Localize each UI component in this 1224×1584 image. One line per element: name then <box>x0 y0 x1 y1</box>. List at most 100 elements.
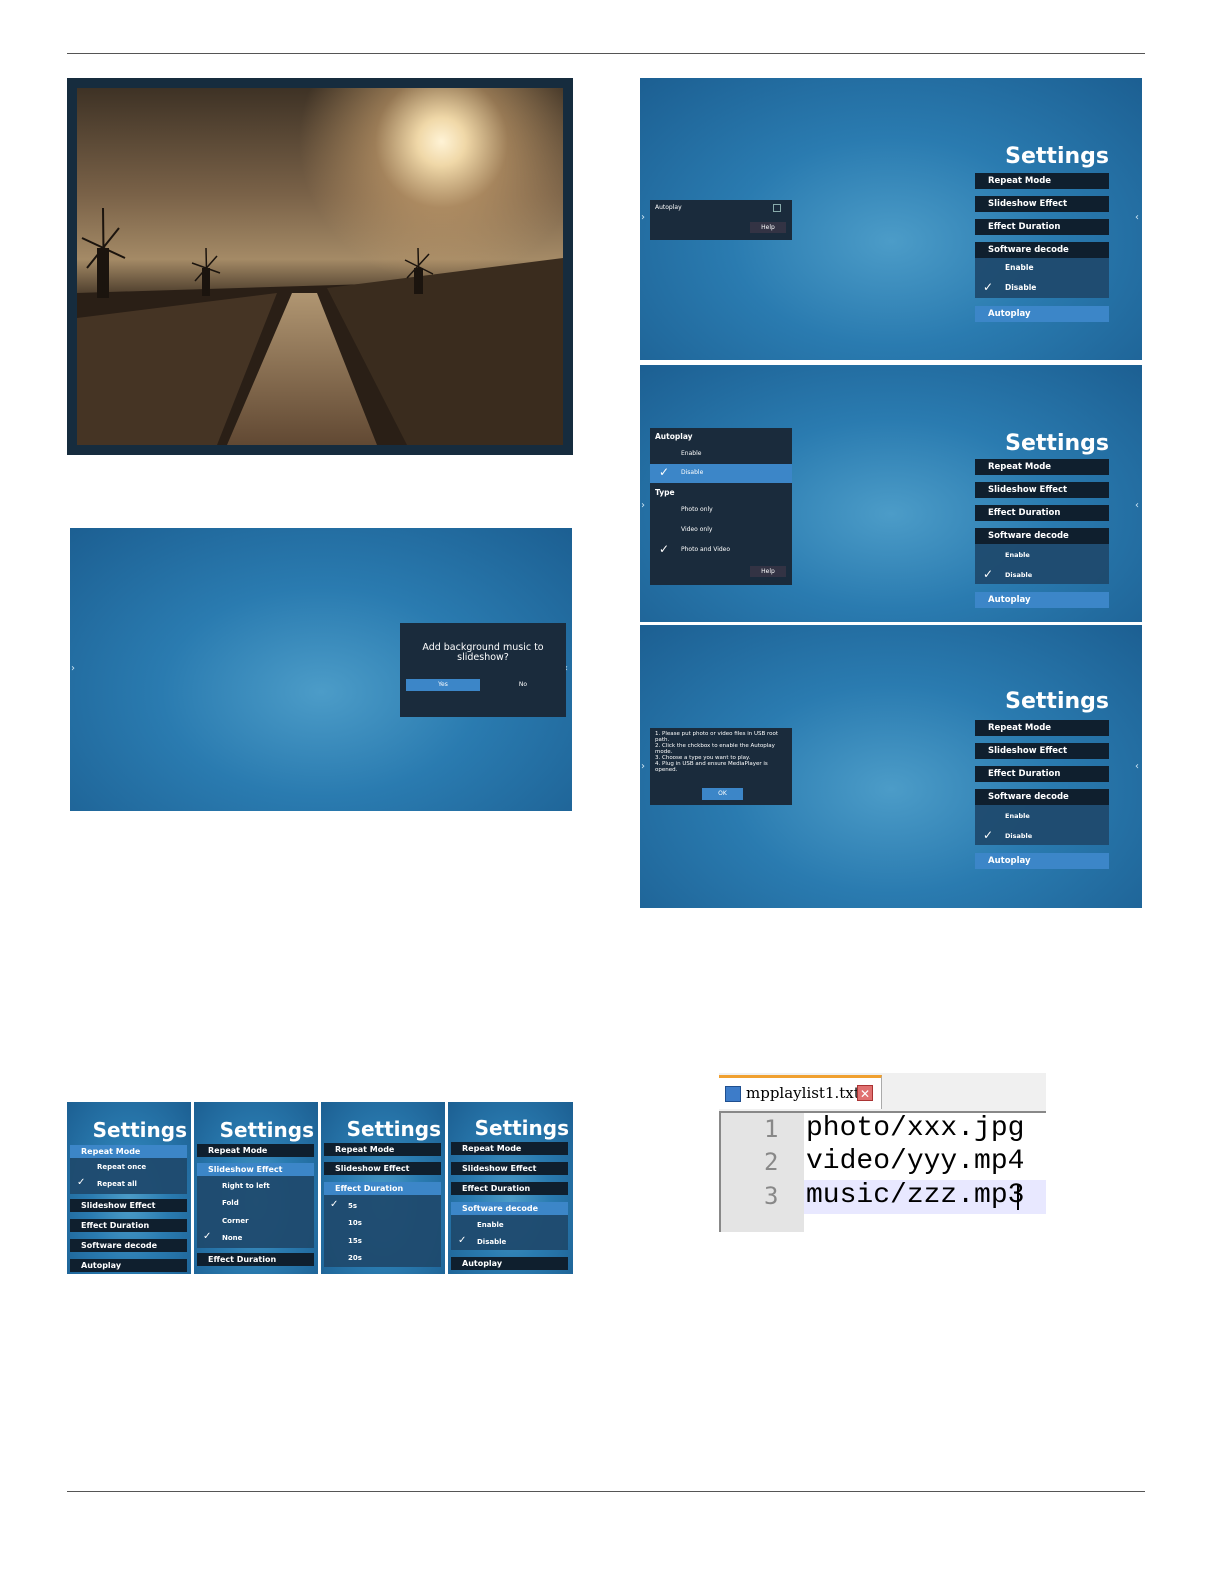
menu-effect-duration[interactable]: Effect Duration <box>975 766 1109 782</box>
menu-repeat-mode[interactable]: Repeat Mode <box>975 720 1109 736</box>
menu-effect-duration[interactable]: Effect Duration <box>451 1182 568 1195</box>
editor-line[interactable]: 3 music/zzz.mp3 <box>719 1180 1046 1214</box>
menu-autoplay[interactable]: Autoplay <box>975 306 1109 322</box>
menu-effect-duration[interactable]: Effect Duration <box>324 1182 441 1195</box>
autoplay-checkbox[interactable] <box>773 204 781 212</box>
close-icon[interactable]: ✕ <box>857 1085 873 1101</box>
music-dialog: Add background music to slideshow? Yes N… <box>400 623 566 717</box>
menu-slideshow-effect[interactable]: Slideshow Effect <box>975 482 1109 498</box>
option-disable: Disable <box>681 469 704 476</box>
chevron-right-icon[interactable]: › <box>641 500 645 511</box>
menu-effect-duration[interactable]: Effect Duration <box>197 1253 314 1266</box>
settings-screen-autoplay-help: › ‹ 1. Please put photo or video files i… <box>640 625 1142 908</box>
menu-software-decode[interactable]: Software decode <box>975 528 1109 544</box>
line-number: 2 <box>764 1148 779 1176</box>
option-right-to-left[interactable]: Right to left <box>222 1182 270 1190</box>
ok-button[interactable]: OK <box>702 788 743 800</box>
help-dialog: 1. Please put photo or video files in US… <box>650 728 792 805</box>
chevron-right-icon[interactable]: › <box>641 212 645 223</box>
menu-effect-duration[interactable]: Effect Duration <box>975 219 1109 235</box>
menu-software-decode[interactable]: Software decode <box>70 1239 187 1252</box>
settings-title: Settings <box>92 1118 187 1142</box>
settings-title: Settings <box>219 1118 314 1142</box>
help-line-1: 1. Please put photo or video files in US… <box>655 731 779 743</box>
menu-autoplay[interactable]: Autoplay <box>451 1257 568 1270</box>
effect-duration-submenu <box>324 1195 441 1267</box>
option-repeat-all[interactable]: Repeat all <box>97 1180 137 1188</box>
option-20s[interactable]: 20s <box>348 1254 362 1262</box>
windmill-landscape-image <box>77 207 563 445</box>
option-10s[interactable]: 10s <box>348 1219 362 1227</box>
option-enable[interactable]: Enable <box>1005 551 1030 559</box>
option-none[interactable]: None <box>222 1234 242 1242</box>
menu-repeat-mode[interactable]: Repeat Mode <box>324 1143 441 1156</box>
option-disable[interactable]: Disable <box>1005 832 1032 840</box>
menu-software-decode[interactable]: Software decode <box>975 242 1109 258</box>
option-15s[interactable]: 15s <box>348 1237 362 1245</box>
settings-title: Settings <box>474 1116 569 1140</box>
option-enable[interactable]: Enable <box>1005 263 1034 272</box>
yes-button[interactable]: Yes <box>406 679 480 691</box>
help-line-4: 4. Plug in USB and ensure MediaPlayer is… <box>655 761 768 773</box>
editor-line[interactable]: 2 video/yyy.mp4 <box>719 1146 1046 1180</box>
option-photo-only[interactable]: Photo only <box>681 506 713 513</box>
option-corner[interactable]: Corner <box>222 1217 249 1225</box>
editor-tabbar: mpplaylist1.txt ✕ <box>719 1073 1046 1113</box>
option-enable[interactable]: Enable <box>1005 812 1030 820</box>
chevron-right-icon[interactable]: › <box>641 761 645 772</box>
menu-effect-duration[interactable]: Effect Duration <box>70 1219 187 1232</box>
chevron-left-icon[interactable]: ‹ <box>1135 761 1139 772</box>
menu-slideshow-effect[interactable]: Slideshow Effect <box>975 743 1109 759</box>
option-fold[interactable]: Fold <box>222 1199 239 1207</box>
line-number: 3 <box>764 1182 779 1210</box>
software-decode-submenu <box>975 805 1109 845</box>
chevron-left-icon[interactable]: ‹ <box>1135 500 1139 511</box>
option-repeat-once[interactable]: Repeat once <box>97 1163 146 1171</box>
chevron-left-icon[interactable]: ‹ <box>1135 212 1139 223</box>
check-icon: ✓ <box>659 465 670 479</box>
option-video-only[interactable]: Video only <box>681 526 712 533</box>
help-button[interactable]: Help <box>750 222 786 233</box>
help-line-2: 2. Click the chckbox to enable the Autop… <box>655 743 775 755</box>
check-icon: ✓ <box>203 1231 212 1242</box>
menu-repeat-mode[interactable]: Repeat Mode <box>197 1144 314 1157</box>
slideshow-photo-frame <box>67 78 573 455</box>
help-button[interactable]: Help <box>750 566 786 577</box>
menu-slideshow-effect[interactable]: Slideshow Effect <box>975 196 1109 212</box>
menu-repeat-mode[interactable]: Repeat Mode <box>70 1145 187 1158</box>
menu-effect-duration[interactable]: Effect Duration <box>975 505 1109 521</box>
menu-slideshow-effect[interactable]: Slideshow Effect <box>324 1162 441 1175</box>
menu-repeat-mode[interactable]: Repeat Mode <box>975 173 1109 189</box>
settings-title: Settings <box>1005 431 1109 456</box>
option-enable[interactable]: Enable <box>681 450 701 457</box>
chevron-right-icon[interactable]: › <box>71 663 75 674</box>
autoplay-options-panel: Autoplay Enable ✓ Disable Type Photo onl… <box>650 428 792 585</box>
option-disable-row[interactable]: ✓ Disable <box>650 464 792 483</box>
music-dialog-screen: › ‹ Add background music to slideshow? Y… <box>70 528 572 811</box>
option-disable[interactable]: Disable <box>1005 283 1036 292</box>
editor-tab[interactable]: mpplaylist1.txt ✕ <box>719 1075 882 1109</box>
text-cursor <box>1017 1184 1019 1210</box>
menu-autoplay[interactable]: Autoplay <box>975 853 1109 869</box>
menu-software-decode[interactable]: Software decode <box>975 789 1109 805</box>
option-photo-and-video[interactable]: Photo and Video <box>681 546 730 553</box>
menu-slideshow-effect[interactable]: Slideshow Effect <box>197 1163 314 1176</box>
option-disable[interactable]: Disable <box>477 1238 506 1246</box>
menu-autoplay[interactable]: Autoplay <box>70 1259 187 1272</box>
option-disable[interactable]: Disable <box>1005 571 1032 579</box>
option-5s[interactable]: 5s <box>348 1202 357 1210</box>
no-button[interactable]: No <box>486 679 560 691</box>
menu-repeat-mode[interactable]: Repeat Mode <box>451 1142 568 1155</box>
menu-autoplay[interactable]: Autoplay <box>975 592 1109 608</box>
autoplay-label: Autoplay <box>655 204 682 211</box>
check-icon: ✓ <box>659 542 670 556</box>
editor-line[interactable]: 1 photo/xxx.jpg <box>719 1113 1046 1147</box>
settings-title: Settings <box>1005 144 1109 169</box>
check-icon: ✓ <box>983 567 994 581</box>
menu-slideshow-effect[interactable]: Slideshow Effect <box>70 1199 187 1212</box>
option-enable[interactable]: Enable <box>477 1221 504 1229</box>
menu-slideshow-effect[interactable]: Slideshow Effect <box>451 1162 568 1175</box>
menu-software-decode[interactable]: Software decode <box>451 1202 568 1215</box>
menu-repeat-mode[interactable]: Repeat Mode <box>975 459 1109 475</box>
autoplay-panel: Autoplay Help <box>650 200 792 240</box>
